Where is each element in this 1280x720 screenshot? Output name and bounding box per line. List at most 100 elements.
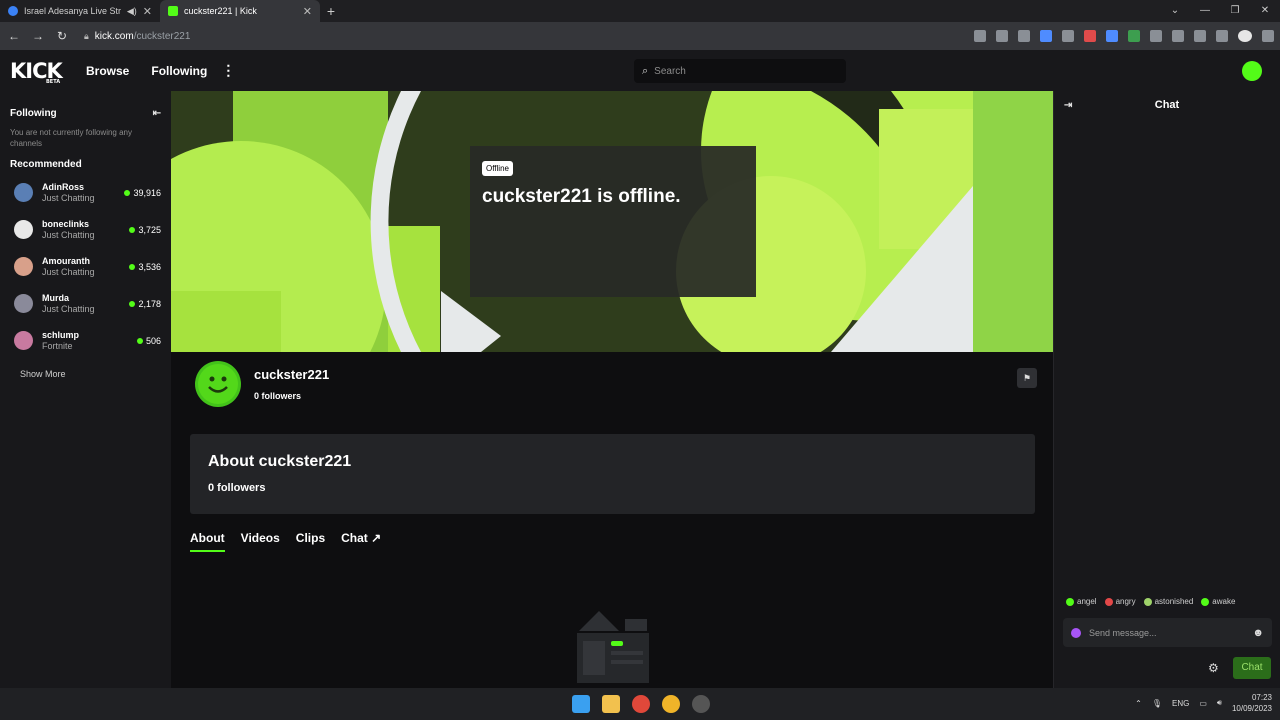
chrome-icon[interactable] bbox=[632, 695, 650, 713]
url-path: /cuckster221 bbox=[133, 30, 191, 42]
live-dot-icon bbox=[124, 189, 131, 196]
sidebar-channel-item[interactable]: schlump Fortnite 506 bbox=[0, 322, 171, 359]
tab-search-icon[interactable]: ⌄ bbox=[1160, 0, 1190, 22]
chat-input-placeholder: Send message... bbox=[1089, 627, 1157, 638]
emote-angel[interactable]: angel bbox=[1066, 597, 1097, 606]
playlist-icon[interactable] bbox=[1172, 30, 1184, 42]
channel-avatar[interactable] bbox=[195, 361, 241, 407]
app-icon[interactable] bbox=[692, 695, 710, 713]
viewer-count: 3,725 bbox=[129, 225, 161, 235]
file-explorer-icon[interactable] bbox=[602, 695, 620, 713]
minimize-icon[interactable]: — bbox=[1190, 0, 1220, 22]
recommended-heading: Recommended bbox=[10, 159, 82, 170]
kick-logo[interactable]: KICK BETA bbox=[10, 59, 64, 85]
windows-start-icon[interactable] bbox=[572, 695, 590, 713]
tab-clips[interactable]: Clips bbox=[296, 531, 325, 552]
channel-avatar-icon bbox=[14, 257, 33, 276]
microphone-icon[interactable] bbox=[1071, 627, 1081, 638]
reload-icon[interactable]: ↻ bbox=[54, 29, 70, 43]
chrome-icon[interactable] bbox=[662, 695, 680, 713]
emote-angry[interactable]: angry bbox=[1104, 597, 1136, 606]
awake-emote-icon bbox=[1201, 597, 1210, 606]
close-tab-icon[interactable]: ✕ bbox=[143, 5, 152, 18]
browse-link[interactable]: Browse bbox=[86, 64, 129, 78]
translate-icon[interactable] bbox=[1106, 30, 1118, 42]
download-icon[interactable] bbox=[1194, 30, 1206, 42]
url-field[interactable]: 🔒︎ kick.com/cuckster221 bbox=[78, 26, 938, 46]
channel-name: schlump bbox=[42, 329, 80, 340]
channel-category: Just Chatting bbox=[42, 266, 95, 277]
viewer-count: 2,178 bbox=[129, 299, 161, 309]
search-icon: ⌕ bbox=[642, 64, 649, 77]
offline-overlay: Offline cuckster221 is offline. bbox=[470, 146, 756, 297]
viewer-count-value: 39,916 bbox=[133, 187, 161, 198]
sidebar-channel-item[interactable]: Amouranth Just Chatting 3,536 bbox=[0, 248, 171, 285]
taskbar-apps bbox=[572, 695, 710, 713]
report-user-button[interactable]: ⚑ bbox=[1017, 368, 1037, 388]
user-avatar[interactable] bbox=[1242, 61, 1262, 81]
channel-name: AdinRoss bbox=[42, 181, 85, 192]
emoji-picker-icon[interactable]: ☻ bbox=[1252, 627, 1264, 639]
os-taskbar: ⌃ 🎙︎ ENG ▭ 🔊︎ 07:23 10/09/2023 bbox=[0, 688, 1280, 720]
angry-emote-icon bbox=[1104, 597, 1113, 606]
clock[interactable]: 07:23 10/09/2023 bbox=[1232, 692, 1272, 714]
microphone-icon[interactable]: 🎙︎ bbox=[1152, 699, 1162, 708]
volume-icon[interactable]: 🔊︎ bbox=[1217, 698, 1222, 708]
kick-header: KICK BETA Browse Following ⋮ ⌕ Search bbox=[0, 50, 1280, 91]
extensions-area bbox=[974, 30, 1274, 42]
emote-label: awake bbox=[1212, 597, 1236, 606]
extension-icon[interactable] bbox=[1084, 30, 1096, 42]
emote-label: astonished bbox=[1154, 597, 1194, 606]
browser-tabbar: Israel Adesanya Live Stream ◀) ✕ cuckste… bbox=[0, 0, 1280, 22]
search-placeholder: Search bbox=[654, 65, 686, 77]
quick-emotes: angel angry astonished awake bbox=[1066, 597, 1235, 606]
tab-videos[interactable]: Videos bbox=[241, 531, 280, 552]
search-input[interactable]: ⌕ Search bbox=[634, 59, 846, 83]
extension-icon[interactable] bbox=[974, 30, 986, 42]
forward-icon[interactable]: → bbox=[30, 29, 46, 43]
sidebar: Following ⇤ You are not currently follow… bbox=[0, 91, 171, 688]
chevron-up-icon[interactable]: ⌃ bbox=[1135, 699, 1142, 708]
close-window-icon[interactable]: ✕ bbox=[1250, 0, 1280, 22]
share-icon[interactable] bbox=[996, 30, 1008, 42]
back-icon[interactable]: ← bbox=[6, 29, 22, 43]
star-icon[interactable] bbox=[1018, 30, 1030, 42]
sidebar-channel-item[interactable]: Murda Just Chatting 2,178 bbox=[0, 285, 171, 322]
sidebar-icon[interactable] bbox=[1216, 30, 1228, 42]
emote-astonished[interactable]: astonished bbox=[1143, 597, 1194, 606]
send-chat-button[interactable]: Chat bbox=[1233, 657, 1271, 679]
tab-chat[interactable]: Chat ↗ bbox=[341, 531, 381, 552]
language-indicator[interactable]: ENG bbox=[1172, 699, 1189, 708]
empty-state-icon bbox=[577, 611, 649, 683]
address-bar: ← → ↻ 🔒︎ kick.com/cuckster221 bbox=[0, 22, 1280, 50]
new-tab-button[interactable]: + bbox=[320, 3, 342, 19]
emote-label: angry bbox=[1115, 597, 1136, 606]
browser-tab-active[interactable]: cuckster221 | Kick ✕ bbox=[160, 0, 320, 22]
menu-icon[interactable] bbox=[1262, 30, 1274, 42]
chat-message-input[interactable]: Send message... ☻ bbox=[1063, 618, 1272, 647]
following-link[interactable]: Following bbox=[151, 64, 207, 78]
profile-avatar-icon[interactable] bbox=[1238, 30, 1252, 42]
restore-icon[interactable]: ❐ bbox=[1220, 0, 1250, 22]
browser-tab[interactable]: Israel Adesanya Live Stream ◀) ✕ bbox=[0, 0, 160, 22]
sidebar-channel-item[interactable]: boneclinks Just Chatting 3,725 bbox=[0, 211, 171, 248]
angel-emote-icon bbox=[1066, 597, 1074, 606]
smiley-avatar-icon bbox=[198, 364, 238, 404]
collapse-sidebar-icon[interactable]: ⇤ bbox=[153, 108, 161, 119]
tab-about[interactable]: About bbox=[190, 531, 225, 552]
extension-icon[interactable] bbox=[1040, 30, 1052, 42]
speaker-icon[interactable]: ◀) bbox=[127, 6, 137, 17]
puzzle-icon[interactable] bbox=[1150, 30, 1162, 42]
emote-awake[interactable]: awake bbox=[1201, 597, 1235, 606]
extension-icon[interactable] bbox=[1128, 30, 1140, 42]
chat-settings-gear-icon[interactable]: ⚙ bbox=[1208, 661, 1219, 675]
network-icon[interactable]: ▭ bbox=[1199, 699, 1207, 708]
close-tab-icon[interactable]: ✕ bbox=[303, 5, 312, 18]
viewer-count: 3,536 bbox=[129, 262, 161, 272]
offline-badge: Offline bbox=[482, 161, 513, 176]
show-more-button[interactable]: Show More bbox=[0, 359, 171, 389]
sidebar-channel-item[interactable]: AdinRoss Just Chatting 39,916 bbox=[0, 174, 171, 211]
shield-icon[interactable] bbox=[1062, 30, 1074, 42]
more-menu-icon[interactable]: ⋮ bbox=[221, 62, 235, 79]
channel-username: cuckster221 bbox=[254, 367, 330, 382]
